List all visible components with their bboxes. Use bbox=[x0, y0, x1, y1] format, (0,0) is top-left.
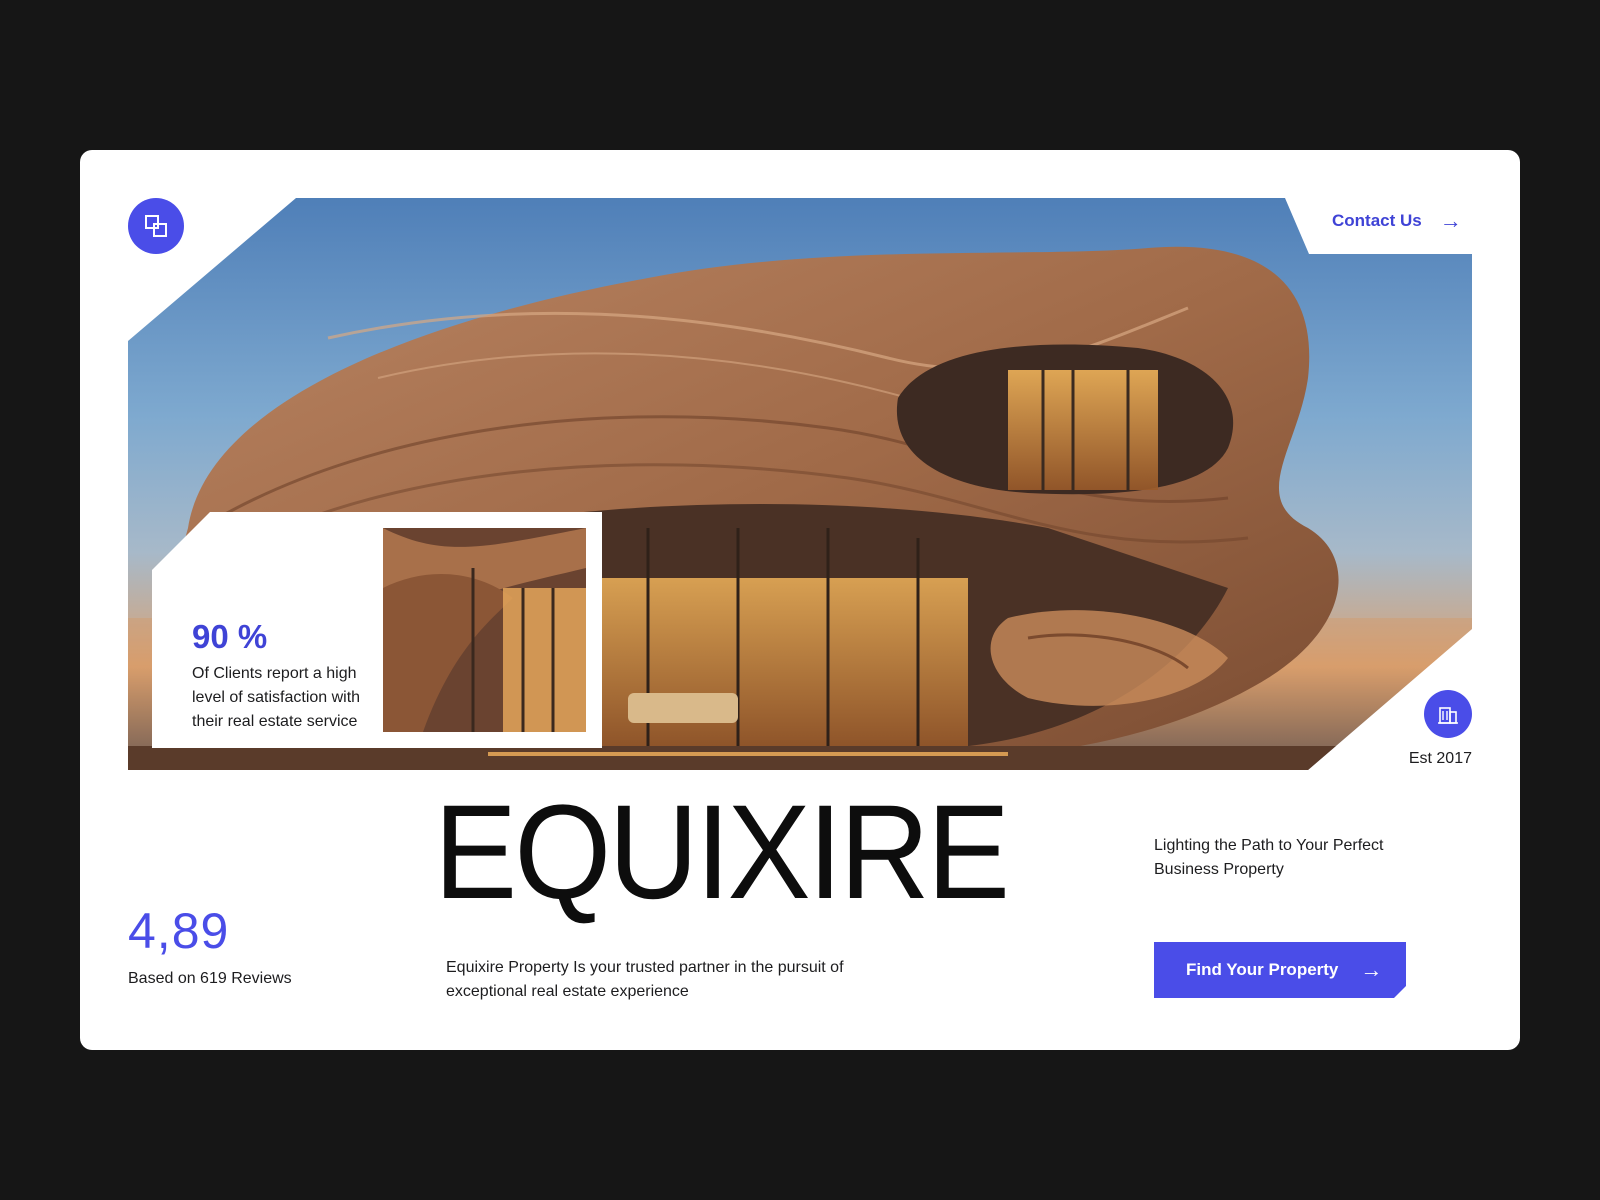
interior-illustration bbox=[383, 528, 586, 732]
rating-caption: Based on 619 Reviews bbox=[128, 970, 292, 987]
brand-title: EQUIXIRE bbox=[434, 778, 1010, 927]
tagline: Lighting the Path to Your Perfect Busine… bbox=[1154, 837, 1384, 878]
arrow-right-icon: → bbox=[1439, 208, 1462, 233]
find-property-label: Find Your Property bbox=[1186, 960, 1339, 979]
logo-button[interactable] bbox=[128, 198, 184, 254]
satisfaction-description: Of Clients report a high level of satisf… bbox=[192, 665, 361, 730]
satisfaction-percent: 90 % bbox=[192, 618, 268, 655]
contact-us-label: Contact Us bbox=[1332, 211, 1422, 230]
established-year: Est 2017 bbox=[1408, 750, 1472, 767]
contact-us-link[interactable]: Contact Us → bbox=[1332, 208, 1462, 234]
satisfaction-stat-panel: 90 % Of Clients report a high level of s… bbox=[152, 512, 602, 748]
hero-card: Contact Us → 90 % Of Clients report a hi… bbox=[80, 150, 1520, 1050]
building-icon bbox=[1438, 707, 1458, 724]
interior-thumbnail bbox=[383, 528, 586, 732]
find-property-button[interactable]: Find Your Property → bbox=[1154, 942, 1406, 998]
establishment-badge bbox=[1424, 690, 1472, 738]
rating-value: 4,89 bbox=[128, 903, 230, 959]
overlapping-squares-icon bbox=[145, 215, 167, 237]
arrow-right-icon: → bbox=[1360, 957, 1383, 982]
brand-description: Equixire Property Is your trusted partne… bbox=[446, 959, 844, 1000]
